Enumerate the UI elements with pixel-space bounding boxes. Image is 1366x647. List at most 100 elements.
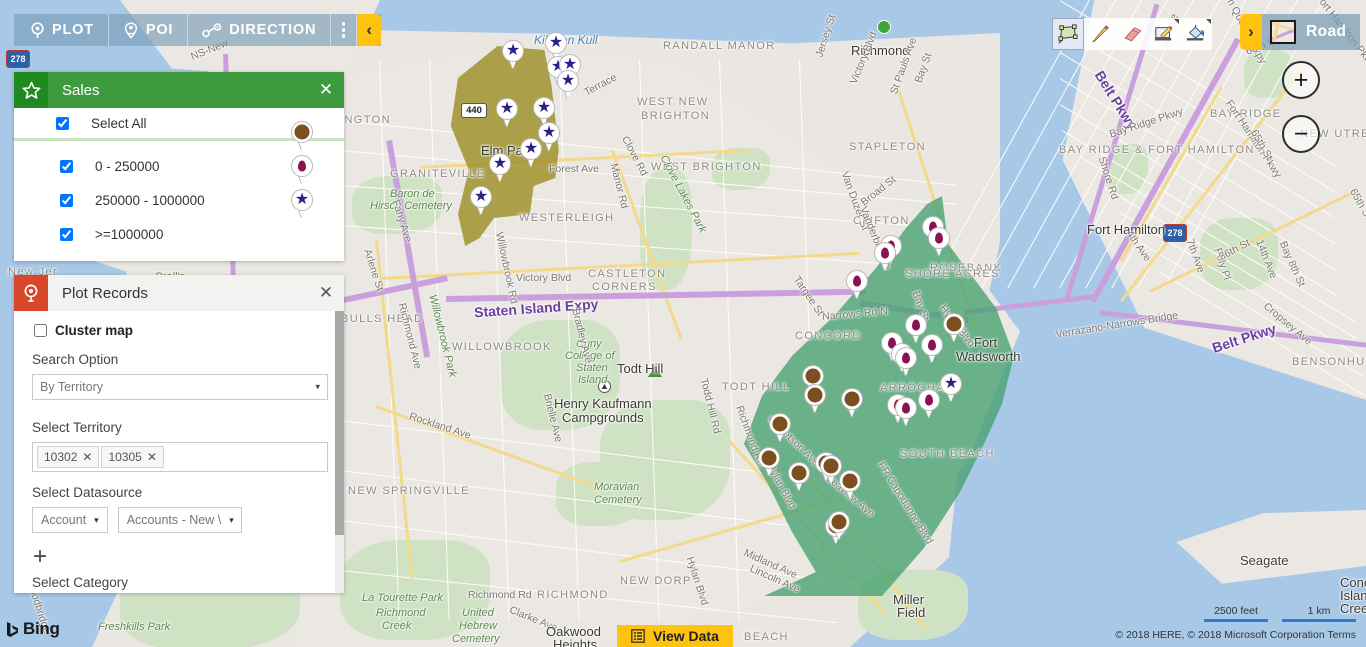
nav-item-plot[interactable]: PLOT	[14, 14, 109, 46]
map-style-button[interactable]: Road	[1262, 14, 1361, 50]
datasource-view-select[interactable]: Accounts - New \ ▾	[117, 507, 242, 533]
territory-token[interactable]: 10302 ✕	[37, 446, 100, 468]
purple-drop-pin[interactable]	[895, 397, 917, 427]
blue-star-pin[interactable]: ★	[496, 98, 518, 128]
purple-drop-pin[interactable]	[918, 389, 940, 419]
blue-star-pin[interactable]: ★	[470, 186, 492, 216]
brown-circle-pin[interactable]	[943, 313, 965, 343]
plot-panel-scrollbar[interactable]	[335, 311, 344, 593]
close-icon[interactable]: ✕	[308, 275, 344, 311]
pin-glyph-drop	[928, 339, 936, 351]
map-application: 440 278 278 ▲ Kill Van KullRANDALL MANOR…	[0, 0, 1366, 647]
view-data-button[interactable]: View Data	[617, 625, 733, 647]
polygon-select-icon[interactable]	[1052, 18, 1084, 50]
territory-token-label: 10305	[108, 450, 142, 464]
plus-icon[interactable]: +	[1282, 61, 1320, 99]
add-datasource-button[interactable]: +	[33, 545, 51, 569]
brown-circle-pin[interactable]	[828, 511, 850, 541]
chevron-right-icon[interactable]: ›	[1240, 14, 1262, 50]
pencil-icon[interactable]	[1084, 18, 1116, 50]
sales-legend-checkbox[interactable]	[60, 159, 73, 173]
nav-item-direction[interactable]: DIRECTION	[188, 14, 332, 46]
city-dot-richmond	[877, 20, 891, 34]
pin-glyph-star: ★	[492, 155, 508, 172]
cluster-map-row[interactable]: Cluster map	[32, 323, 328, 338]
pin-glyph-star: ★	[294, 191, 310, 208]
select-category-label: Select Category	[32, 575, 129, 590]
map-attribution: © 2018 HERE, © 2018 Microsoft Corporatio…	[1115, 629, 1356, 641]
cluster-map-checkbox[interactable]	[34, 324, 47, 337]
pin-glyph-drop	[902, 402, 910, 414]
blue-star-pin[interactable]: ★	[520, 138, 542, 168]
close-icon[interactable]: ✕	[82, 450, 92, 464]
nav-item-poi[interactable]: POI	[109, 14, 189, 46]
sales-legend-checkbox[interactable]	[60, 193, 73, 207]
brown-circle-pin[interactable]	[788, 462, 810, 492]
purple-drop-pin[interactable]	[921, 334, 943, 364]
blue-star-pin[interactable]: ★	[557, 70, 579, 100]
water-kill-van-kull	[330, 0, 1030, 44]
sales-legend-row[interactable]: >=1000000 ★	[14, 189, 344, 251]
blue-star-pin[interactable]: ★	[940, 373, 962, 403]
scale-feet-bar	[1204, 619, 1268, 622]
pin-glyph-circle	[294, 124, 310, 140]
sales-select-all-checkbox[interactable]	[56, 116, 69, 130]
search-option-label: Search Option	[32, 352, 119, 367]
sales-legend-label: >=1000000	[95, 226, 164, 242]
view-data-label: View Data	[653, 628, 719, 644]
territory-token-label: 10302	[44, 450, 78, 464]
scale-feet-label: 2500 feet	[1214, 605, 1258, 617]
close-icon[interactable]: ✕	[308, 72, 344, 108]
pin-glyph-circle	[791, 465, 807, 481]
highway-shield-278-nj: 278	[6, 50, 30, 68]
minus-icon[interactable]: −	[1282, 115, 1320, 153]
brown-circle-pin[interactable]	[769, 413, 791, 443]
dropdown-corner-icon[interactable]	[1174, 19, 1179, 24]
blue-star-pin[interactable]: ★	[489, 153, 511, 183]
plot-panel-header: Plot Records ✕	[14, 275, 344, 311]
pin-glyph-star: ★	[536, 99, 552, 116]
bing-logo[interactable]: Bing	[6, 619, 60, 639]
blue-star-pin[interactable]: ★	[502, 40, 524, 70]
sales-legend-rows: 0 - 250000 250000 - 1000000 >=1000000 ★	[14, 121, 344, 261]
pin-glyph-star: ★	[505, 42, 521, 59]
edit-pencil-board-icon[interactable]	[1148, 18, 1180, 50]
brown-circle-pin[interactable]	[758, 447, 780, 477]
scale-km-bar	[1282, 619, 1356, 622]
brown-circle-pin[interactable]	[841, 388, 863, 418]
search-option-value: By Territory	[40, 380, 103, 394]
pin-glyph-circle	[842, 473, 858, 489]
chevron-left-icon[interactable]: ‹	[357, 14, 382, 46]
map-label: BEACH	[744, 631, 789, 643]
plot-pin-icon	[30, 21, 45, 39]
chevron-down-icon: ▾	[229, 514, 234, 525]
terms-link[interactable]: Terms	[1327, 629, 1356, 641]
territory-token-input[interactable]: 10302 ✕ 10305 ✕	[32, 442, 328, 472]
eraser-icon[interactable]	[1116, 18, 1148, 50]
chevron-down-icon: ▾	[315, 381, 320, 392]
park-moravian	[556, 462, 646, 526]
pin-glyph-drop	[935, 232, 943, 244]
kebab-menu-icon[interactable]	[331, 14, 358, 46]
close-icon[interactable]: ✕	[147, 450, 157, 464]
sales-legend-label: 250000 - 1000000	[95, 192, 205, 208]
pin-glyph-star: ★	[523, 140, 539, 157]
highway-shield-440: 440	[461, 103, 487, 118]
purple-drop-pin[interactable]	[874, 242, 896, 272]
purple-drop-pin[interactable]	[895, 347, 917, 377]
map-label: Bay St	[912, 51, 935, 85]
purple-drop-pin[interactable]	[846, 270, 868, 300]
search-option-select[interactable]: By Territory ▾	[32, 374, 328, 400]
brown-circle-pin[interactable]	[804, 384, 826, 414]
datasource-entity-select[interactable]: Account ▾	[32, 507, 108, 533]
pin-glyph-star: ★	[473, 188, 489, 205]
paint-bucket-icon[interactable]	[1180, 18, 1212, 50]
scrollbar-thumb[interactable]	[335, 311, 344, 535]
sales-legend-checkbox[interactable]	[60, 227, 73, 241]
territory-token[interactable]: 10305 ✕	[101, 446, 164, 468]
datasource-row: Account ▾ Accounts - New \ ▾	[32, 507, 328, 533]
purple-drop-pin[interactable]	[928, 227, 950, 257]
dropdown-corner-icon[interactable]	[1206, 19, 1211, 24]
brown-circle-pin[interactable]	[839, 470, 861, 500]
highway-shield-278-brooklyn: 278	[1163, 224, 1187, 242]
